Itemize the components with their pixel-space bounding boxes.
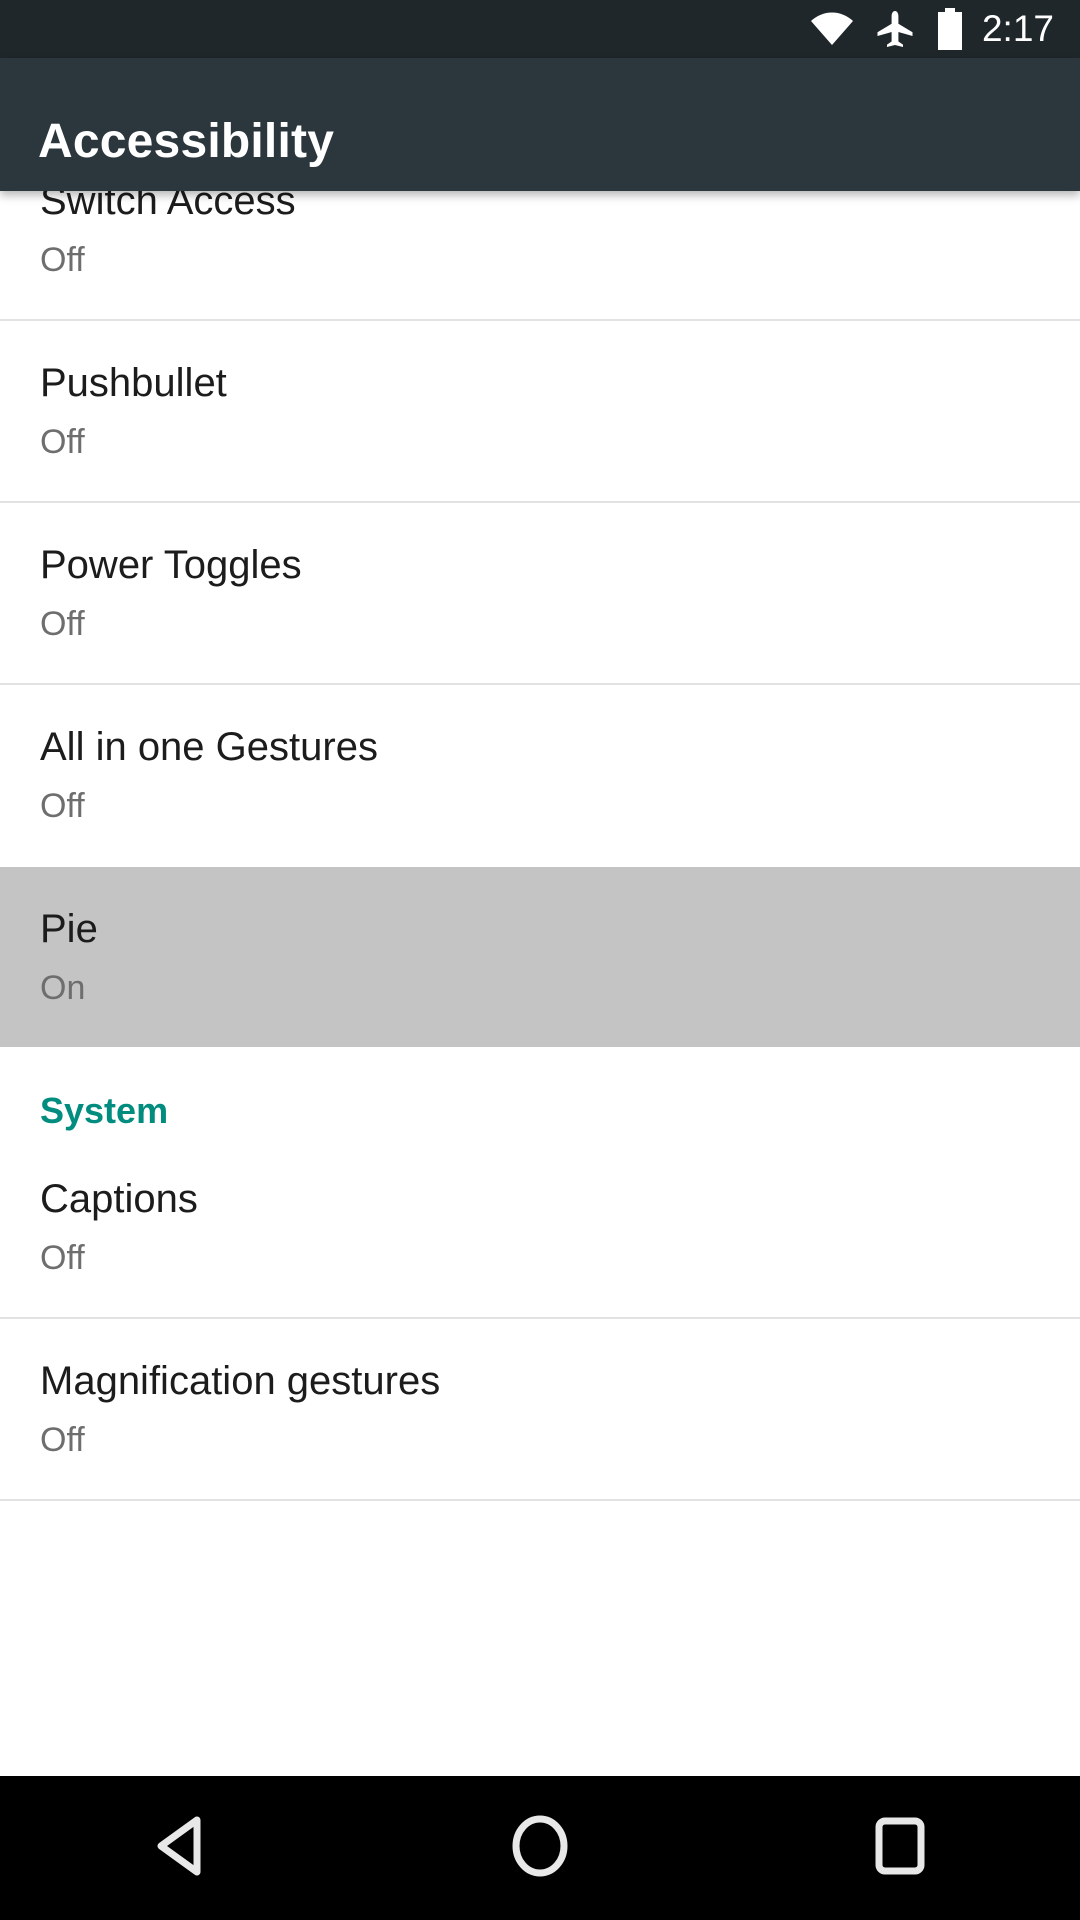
status-bar-icons	[810, 8, 964, 50]
settings-list-content: Switch Access Off Pushbullet Off Power T…	[0, 191, 1080, 1501]
list-item-subtitle: Off	[40, 787, 85, 825]
list-item-title: Captions	[40, 1177, 198, 1221]
list-item-subtitle: Off	[40, 605, 85, 643]
wifi-icon	[810, 12, 854, 46]
list-divider	[0, 1499, 1080, 1501]
home-button[interactable]	[360, 1776, 720, 1920]
settings-list[interactable]: Switch Access Off Pushbullet Off Power T…	[0, 191, 1080, 1776]
back-triangle-icon	[153, 1816, 207, 1881]
list-item-title: Switch Access	[40, 191, 296, 223]
list-item-title: Power Toggles	[40, 543, 302, 587]
list-item-title: Pie	[40, 907, 98, 951]
battery-icon	[936, 8, 964, 50]
recents-button[interactable]	[720, 1776, 1080, 1920]
phone-screen: 2:17 Accessibility Switch Access Off Pus…	[0, 0, 1080, 1920]
list-item-magnification-gestures[interactable]: Magnification gestures Off	[0, 1319, 1080, 1499]
list-item-title: Magnification gestures	[40, 1359, 441, 1403]
list-item-title: All in one Gestures	[40, 725, 378, 769]
home-circle-icon	[511, 1815, 569, 1882]
list-item-pushbullet[interactable]: Pushbullet Off	[0, 321, 1080, 501]
list-item-subtitle: Off	[40, 423, 85, 461]
list-item-power-toggles[interactable]: Power Toggles Off	[0, 503, 1080, 683]
list-item-captions[interactable]: Captions Off	[0, 1137, 1080, 1317]
list-item-title: Pushbullet	[40, 361, 227, 405]
list-item-subtitle: Off	[40, 1239, 85, 1277]
airplane-mode-icon	[876, 10, 914, 48]
status-bar-clock: 2:17	[981, 7, 1054, 49]
list-item-all-in-one-gestures[interactable]: All in one Gestures Off	[0, 685, 1080, 865]
back-button[interactable]	[0, 1776, 360, 1920]
status-bar: 2:17	[0, 0, 1080, 58]
page-title: Accessibility	[38, 115, 335, 168]
section-header-system: System	[0, 1047, 1080, 1137]
list-item-switch-access[interactable]: Switch Access Off	[0, 191, 1080, 319]
list-item-subtitle: Off	[40, 1421, 85, 1459]
list-item-subtitle: Off	[40, 241, 85, 279]
list-item-pie[interactable]: Pie On	[0, 867, 1080, 1047]
recents-square-icon	[874, 1817, 926, 1880]
list-item-subtitle: On	[40, 969, 86, 1007]
section-header-label: System	[40, 1090, 169, 1131]
app-bar: Accessibility	[0, 58, 1080, 191]
navigation-bar	[0, 1776, 1080, 1920]
